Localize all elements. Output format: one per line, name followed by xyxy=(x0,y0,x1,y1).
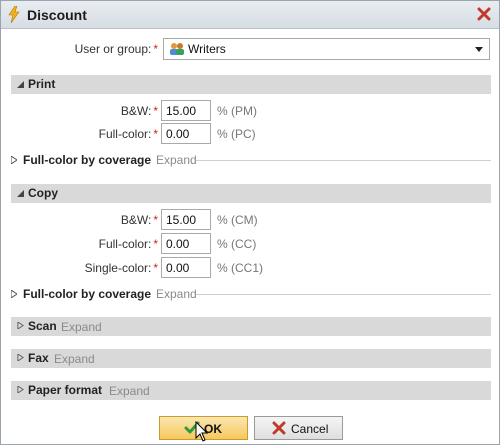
copy-coverage-expand[interactable]: Expand xyxy=(156,287,197,301)
divider xyxy=(196,294,491,295)
print-fullcolor-label: Full-color: * xyxy=(98,127,158,141)
expand-triangle-icon xyxy=(17,354,24,361)
section-scan[interactable]: Scan Expand xyxy=(11,317,491,336)
print-bw-unit: % (PM) xyxy=(217,104,257,118)
lightning-icon xyxy=(8,6,20,23)
section-paper-format-title: Paper format xyxy=(28,383,103,397)
dialog-title: Discount xyxy=(27,7,87,23)
print-bw-row: B&W:* % (PM) xyxy=(1,100,499,122)
copy-fullcolor-input[interactable] xyxy=(161,233,211,254)
copy-singlecolor-row: Single-color:* % (CC1) xyxy=(1,257,499,279)
collapse-triangle-icon xyxy=(17,81,24,88)
expand-triangle-icon xyxy=(17,386,24,393)
cancel-x-icon xyxy=(272,421,286,435)
section-copy-title: Copy xyxy=(28,186,58,200)
section-scan-title: Scan xyxy=(28,319,57,333)
print-coverage-toggle[interactable]: Full-color by coverage Expand xyxy=(11,152,491,170)
section-scan-expand[interactable]: Expand xyxy=(61,320,102,334)
user-group-value: Writers xyxy=(188,42,226,56)
title-bar: Discount xyxy=(1,1,499,29)
close-x-icon[interactable] xyxy=(477,7,491,21)
print-coverage-title: Full-color by coverage xyxy=(23,153,152,167)
copy-fullcolor-label: Full-color: * xyxy=(98,237,158,251)
print-fullcolor-row: Full-color:* % (PC) xyxy=(1,123,499,145)
cancel-button[interactable]: Cancel xyxy=(254,416,343,440)
section-copy[interactable]: Copy xyxy=(11,184,491,203)
section-fax[interactable]: Fax Expand xyxy=(11,349,491,368)
user-group-select[interactable]: Writers xyxy=(163,38,490,60)
copy-singlecolor-input[interactable] xyxy=(161,257,211,278)
cancel-button-label: Cancel xyxy=(291,422,329,436)
copy-bw-unit: % (CM) xyxy=(217,213,258,227)
discount-dialog: Discount User or group: * Writers Print B… xyxy=(0,0,500,445)
chevron-down-icon[interactable] xyxy=(475,47,483,52)
collapse-triangle-icon xyxy=(17,190,24,197)
print-bw-label: B&W: * xyxy=(120,104,158,118)
copy-coverage-title: Full-color by coverage xyxy=(23,287,152,301)
copy-fullcolor-row: Full-color:* % (CC) xyxy=(1,233,499,255)
copy-coverage-toggle[interactable]: Full-color by coverage Expand xyxy=(11,286,491,304)
print-coverage-expand[interactable]: Expand xyxy=(156,153,197,167)
users-group-icon xyxy=(170,43,184,55)
expand-triangle-icon xyxy=(17,322,24,329)
print-bw-input[interactable] xyxy=(161,100,211,121)
expand-triangle-icon xyxy=(11,290,17,298)
user-group-label: User or group: * xyxy=(74,42,158,56)
copy-singlecolor-label: Single-color: * xyxy=(84,261,158,275)
print-fullcolor-input[interactable] xyxy=(161,123,211,144)
print-fullcolor-unit: % (PC) xyxy=(217,127,256,141)
section-paper-format-expand[interactable]: Expand xyxy=(109,384,150,398)
divider xyxy=(196,160,491,161)
section-fax-expand[interactable]: Expand xyxy=(54,352,95,366)
mouse-pointer-icon xyxy=(195,421,209,442)
section-print[interactable]: Print xyxy=(11,75,491,94)
section-fax-title: Fax xyxy=(28,351,49,365)
copy-bw-input[interactable] xyxy=(161,209,211,230)
section-print-title: Print xyxy=(28,77,56,91)
section-paper-format[interactable]: Paper format Expand xyxy=(11,381,491,400)
expand-triangle-icon xyxy=(11,156,17,164)
copy-bw-label: B&W: * xyxy=(120,213,158,227)
copy-fullcolor-unit: % (CC) xyxy=(217,237,257,251)
copy-bw-row: B&W:* % (CM) xyxy=(1,209,499,231)
copy-singlecolor-unit: % (CC1) xyxy=(217,261,264,275)
